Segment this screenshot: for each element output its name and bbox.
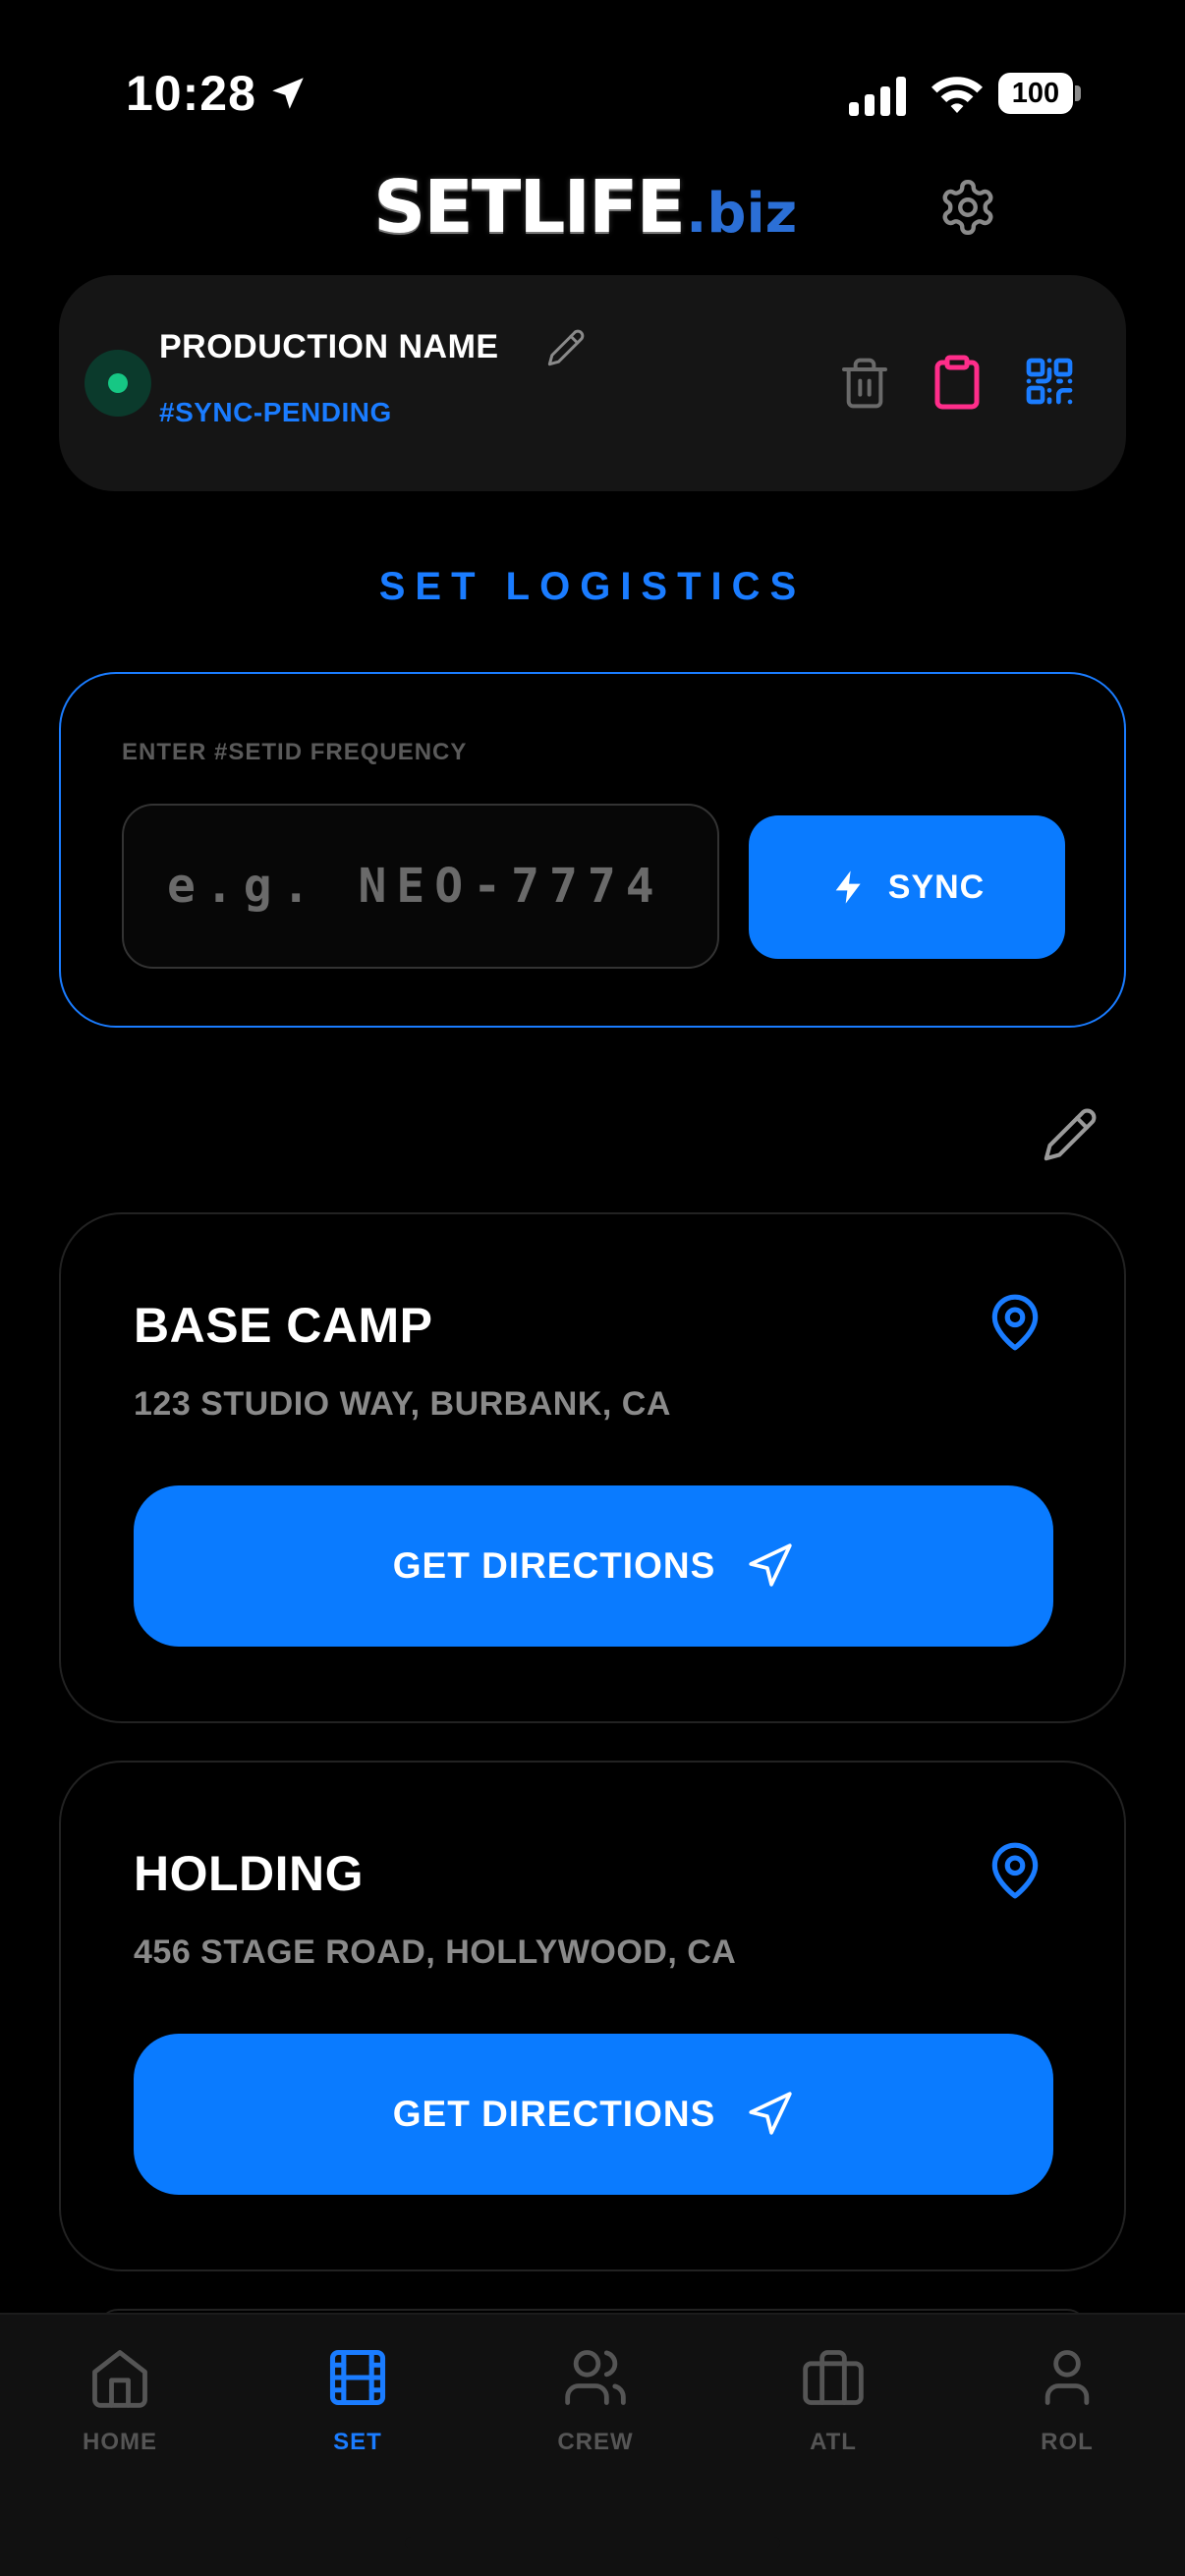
get-directions-label: GET DIRECTIONS xyxy=(392,2094,716,2134)
tab-home-label: HOME xyxy=(83,2429,157,2455)
location-title: BASE CAMP xyxy=(134,1298,433,1353)
cellular-signal-icon xyxy=(849,77,906,116)
production-name[interactable]: PRODUCTION NAME xyxy=(159,328,499,366)
home-indicator xyxy=(405,2537,780,2548)
battery-level: 100 xyxy=(998,73,1073,114)
sync-status-tag: #SYNC-PENDING xyxy=(159,397,392,427)
navigation-arrow-icon xyxy=(749,2092,792,2135)
battery-icon: 100 xyxy=(998,73,1081,114)
tab-atl[interactable]: ATL xyxy=(755,2344,912,2472)
location-card: BASE CAMP 123 STUDIO WAY, BURBANK, CA GE… xyxy=(59,1212,1126,1723)
tab-home[interactable]: HOME xyxy=(41,2344,198,2472)
edit-locations-icon[interactable] xyxy=(1042,1106,1099,1163)
clipboard-icon[interactable] xyxy=(928,352,987,413)
tab-crew[interactable]: CREW xyxy=(517,2344,674,2472)
section-title: SET LOGISTICS xyxy=(378,565,807,608)
frequency-card: ENTER #SETID FREQUENCY SYNC xyxy=(59,672,1126,1028)
get-directions-label: GET DIRECTIONS xyxy=(392,1545,716,1586)
frequency-label: ENTER #SETID FREQUENCY xyxy=(122,739,468,765)
home-icon xyxy=(92,2350,147,2408)
film-icon xyxy=(329,2349,386,2406)
sync-button[interactable]: SYNC xyxy=(749,815,1065,959)
tab-rol[interactable]: ROL xyxy=(988,2344,1146,2472)
production-card: PRODUCTION NAME #SYNC-PENDING xyxy=(59,275,1126,491)
map-pin-icon[interactable] xyxy=(985,1835,1045,1906)
briefcase-icon xyxy=(803,2350,864,2405)
location-card: HOLDING 456 STAGE ROAD, HOLLYWOOD, CA GE… xyxy=(59,1761,1126,2271)
setid-frequency-input[interactable] xyxy=(122,804,719,969)
get-directions-button[interactable]: GET DIRECTIONS xyxy=(134,1485,1053,1647)
location-title: HOLDING xyxy=(134,1846,365,1901)
status-indicator xyxy=(85,350,151,417)
tab-set[interactable]: SET xyxy=(279,2344,436,2472)
tab-rol-label: ROL xyxy=(1041,2429,1094,2455)
tab-set-label: SET xyxy=(333,2429,382,2455)
wifi-icon xyxy=(931,77,983,113)
map-pin-icon[interactable] xyxy=(985,1287,1045,1358)
gear-icon[interactable] xyxy=(937,177,998,238)
status-time: 10:28 xyxy=(126,66,256,121)
logo-suffix-text: .biz xyxy=(686,182,798,246)
location-address: 123 STUDIO WAY, BURBANK, CA xyxy=(134,1385,671,1423)
logo-main-text: SETLIFE xyxy=(373,165,686,250)
edit-production-name-icon[interactable] xyxy=(546,328,586,367)
get-directions-button[interactable]: GET DIRECTIONS xyxy=(134,2034,1053,2195)
sync-button-label: SYNC xyxy=(887,868,986,906)
tab-atl-label: ATL xyxy=(810,2429,857,2455)
users-icon xyxy=(565,2350,626,2405)
app-logo: SETLIFE .biz xyxy=(373,165,797,250)
user-icon xyxy=(1044,2350,1090,2405)
status-bar: 10:28 100 xyxy=(0,0,1185,167)
navigation-arrow-icon xyxy=(749,1543,792,1587)
location-arrow-icon xyxy=(272,78,304,109)
qr-code-icon[interactable] xyxy=(1022,354,1077,409)
location-address: 456 STAGE ROAD, HOLLYWOOD, CA xyxy=(134,1933,737,1971)
tab-crew-label: CREW xyxy=(557,2429,634,2455)
trash-icon[interactable] xyxy=(837,356,892,411)
status-dot xyxy=(108,373,128,393)
lightning-bolt-icon xyxy=(835,870,861,904)
